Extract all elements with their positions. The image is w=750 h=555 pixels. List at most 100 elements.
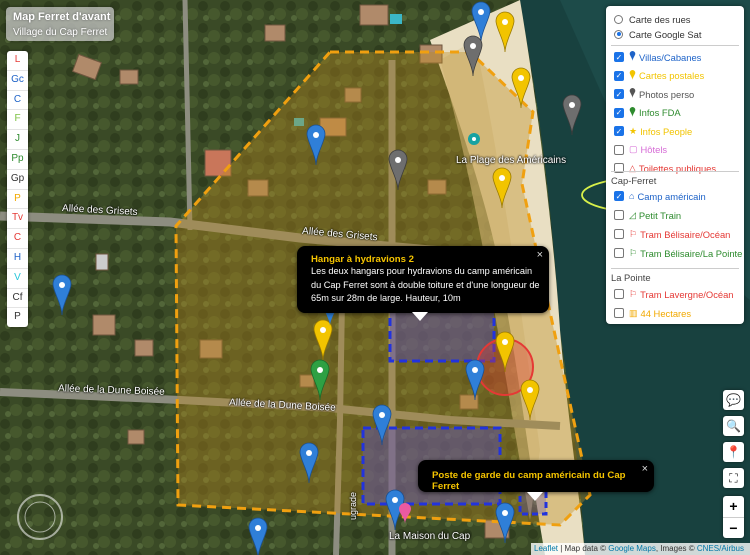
popup-guard-post: × Poste de garde du camp américain du Ca… (418, 460, 654, 492)
flag-icon: ⚐ (629, 288, 638, 299)
letter-filter-4[interactable]: J (7, 130, 28, 150)
letter-filter-10[interactable]: H (7, 249, 28, 269)
layer-label: Tram Bélisaire/La Pointe (640, 247, 743, 259)
base-layer-sat[interactable]: Carte Google Sat (614, 27, 701, 41)
letter-filter-5[interactable]: Pp (7, 150, 28, 170)
layer-label: Photos perso (639, 88, 695, 100)
tri-small-icon: ◿ (629, 209, 636, 220)
radio-sat[interactable] (614, 29, 623, 39)
layer-label: Camp américain (637, 190, 706, 202)
label-plage: La Plage des Américains (456, 155, 567, 166)
layer-item-overlays-5[interactable]: ▢ Hôtels (614, 143, 667, 157)
layer-checkbox[interactable]: ✓ (614, 126, 624, 136)
letter-filter-11[interactable]: V (7, 269, 28, 289)
layer-item-pointe-0[interactable]: ⚐ Tram Lavergne/Océan (614, 287, 734, 301)
layer-item-overlays-1[interactable]: ✓ Cartes postales (614, 69, 704, 83)
popup-title: Hangar à hydravions 2 (311, 254, 414, 265)
layer-checkbox[interactable]: ✓ (614, 52, 624, 62)
map-subtitle: Village du Cap Ferret (13, 27, 108, 38)
letter-filter-6[interactable]: Gp (7, 170, 28, 190)
layer-label: Hôtels (640, 144, 668, 155)
layer-item-overlays-3[interactable]: ✓ Infos FDA (614, 106, 681, 120)
layers-divider (611, 171, 739, 172)
zoom-in-button[interactable]: + (723, 496, 744, 518)
letter-filter-12[interactable]: Cf (7, 289, 28, 309)
layer-label: Infos FDA (639, 107, 681, 118)
pin-icon (629, 88, 636, 100)
square-icon: ▢ (629, 144, 638, 154)
pin-icon (629, 51, 636, 63)
pin-icon (629, 106, 636, 119)
comment-button[interactable]: 💬 (723, 390, 744, 410)
layer-item-overlays-6[interactable]: △ Toilettes publiques (614, 161, 716, 175)
letter-filter-13[interactable]: P (7, 308, 28, 327)
layer-checkbox[interactable]: ✓ (614, 89, 624, 99)
popup-tip (527, 492, 543, 501)
layer-item-overlays-4[interactable]: ✓ ★ Infos People (614, 124, 692, 138)
layer-label: Tram Bélisaire/Océan (640, 228, 731, 240)
radio-streets[interactable] (614, 14, 623, 24)
label-maison-cap: La Maison du Cap (389, 531, 471, 542)
layer-checkbox[interactable]: ✓ (614, 107, 624, 118)
popup-hangar: × Hangar à hydravions 2 Les deux hangars… (297, 246, 549, 313)
popup-title: Poste de garde du camp américain du Cap … (432, 470, 626, 492)
layer-item-cap-2[interactable]: ⚐ Tram Bélisaire/Océan (614, 227, 730, 241)
layers-divider (611, 268, 739, 269)
popup-line: Les deux hangars pour hydravions du camp… (311, 266, 533, 276)
layer-label: Cartes postales (639, 70, 705, 81)
cnes-link[interactable]: CNES/Airbus (697, 544, 744, 553)
star-icon: ★ (629, 125, 638, 136)
section-la-pointe: La Pointe (611, 272, 651, 283)
leaflet-link[interactable]: Leaflet (534, 544, 558, 553)
map-title: Map Ferret d'avant (13, 11, 111, 23)
popup-line: du Cap Ferret sont à double toiture et d… (311, 279, 540, 290)
layer-checkbox[interactable] (614, 210, 624, 220)
layer-item-pointe-1[interactable]: ▥ 44 Hectares (614, 306, 691, 320)
letter-filter-8[interactable]: Tv (7, 209, 28, 230)
base-layer-label: Carte des rues (629, 13, 691, 25)
letter-filter-2[interactable]: C (7, 91, 28, 111)
pin-icon (629, 69, 636, 82)
popup-tip (412, 312, 428, 321)
layer-checkbox[interactable] (614, 289, 624, 299)
section-cap-ferret: Cap-Ferret (611, 175, 657, 186)
zoom-out-button[interactable]: − (723, 518, 744, 539)
fullscreen-button[interactable]: ⛶ (723, 468, 744, 488)
layer-label: Tram Lavergne/Océan (640, 288, 734, 300)
letter-filter-0[interactable]: L (7, 51, 28, 71)
layer-checkbox[interactable] (614, 229, 624, 239)
zoom-control: + − (723, 496, 744, 538)
bell-icon: ⌂ (629, 191, 635, 201)
letter-filter-7[interactable]: P (7, 190, 28, 210)
layer-checkbox[interactable] (614, 144, 624, 155)
layer-checkbox[interactable]: ✓ (614, 191, 624, 201)
base-layer-streets[interactable]: Carte des rues (614, 12, 691, 26)
layer-item-overlays-2[interactable]: ✓ Photos perso (614, 87, 694, 101)
layers-panel: Carte des rues Carte Google Sat ✓ Villas/… (606, 6, 744, 324)
layer-item-cap-1[interactable]: ◿ Petit Train (614, 208, 681, 222)
base-layer-label: Carte Google Sat (629, 28, 702, 40)
map-title-box: Map Ferret d'avant Village du Cap Ferret (6, 7, 114, 41)
locate-button[interactable]: 📍 (723, 442, 744, 462)
letter-filter-bar: L Gc C F J Pp Gp P Tv C H V Cf P (7, 51, 28, 328)
bars-icon: ▥ (629, 307, 638, 318)
letter-filter-3[interactable]: F (7, 110, 28, 131)
zoom-search-button[interactable]: 🔍 (723, 416, 744, 436)
layer-item-cap-0[interactable]: ✓ ⌂ Camp américain (614, 189, 706, 203)
popup-line: 65m sur 28m de large. Hauteur, 10m (311, 293, 461, 303)
layer-checkbox[interactable] (614, 308, 624, 318)
letter-filter-1[interactable]: Gc (7, 71, 28, 91)
letter-filter-9[interactable]: C (7, 229, 28, 249)
layer-checkbox[interactable]: ✓ (614, 70, 624, 81)
layer-label: Villas/Cabanes (639, 51, 702, 63)
pool (390, 14, 402, 24)
layer-label: Petit Train (638, 209, 682, 221)
beach-place-icon[interactable] (468, 133, 480, 145)
layers-divider (611, 45, 739, 46)
label-grade: ugrade (348, 491, 358, 520)
layer-item-overlays-0[interactable]: ✓ Villas/Cabanes (614, 50, 701, 64)
hangar-1[interactable] (388, 303, 496, 363)
layer-item-cap-3[interactable]: ⚐ Tram Bélisaire/La Pointe (614, 246, 742, 260)
layer-checkbox[interactable] (614, 248, 624, 258)
gmaps-link[interactable]: Google Maps (608, 544, 656, 553)
